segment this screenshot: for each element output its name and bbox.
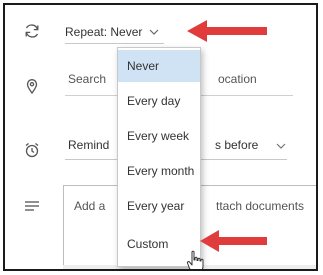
notes-placeholder-start: Add a — [74, 199, 106, 213]
repeat-option-every-day[interactable]: Every day — [118, 85, 200, 117]
location-placeholder-end: ocation — [218, 72, 257, 86]
repeat-option-every-month[interactable]: Every month — [118, 155, 200, 187]
repeat-label: Repeat: Never — [65, 25, 143, 39]
repeat-option-every-week[interactable]: Every week — [118, 120, 200, 152]
repeat-options-menu: Never Every day Every week Every month E… — [117, 47, 201, 267]
repeat-option-every-year[interactable]: Every year — [118, 190, 200, 222]
repeat-dropdown[interactable]: Repeat: Never — [65, 21, 165, 44]
location-pin-icon — [23, 77, 41, 95]
alarm-clock-icon — [23, 141, 41, 159]
repeat-option-never[interactable]: Never — [118, 50, 200, 82]
reminder-label-start: Remind — [68, 138, 110, 152]
notes-placeholder-end: ttach documents — [216, 199, 305, 213]
chevron-down-icon — [148, 26, 160, 38]
chevron-down-icon — [275, 140, 287, 152]
repeat-icon — [23, 22, 41, 40]
event-options-panel: Repeat: Never Search ocation Remind s be… — [3, 3, 318, 271]
reminder-label-end: s before — [215, 138, 259, 152]
red-arrow-icon — [187, 20, 267, 42]
notes-lines-icon — [23, 197, 41, 215]
hand-cursor-icon — [186, 250, 204, 269]
location-placeholder-start: Search — [68, 72, 107, 86]
